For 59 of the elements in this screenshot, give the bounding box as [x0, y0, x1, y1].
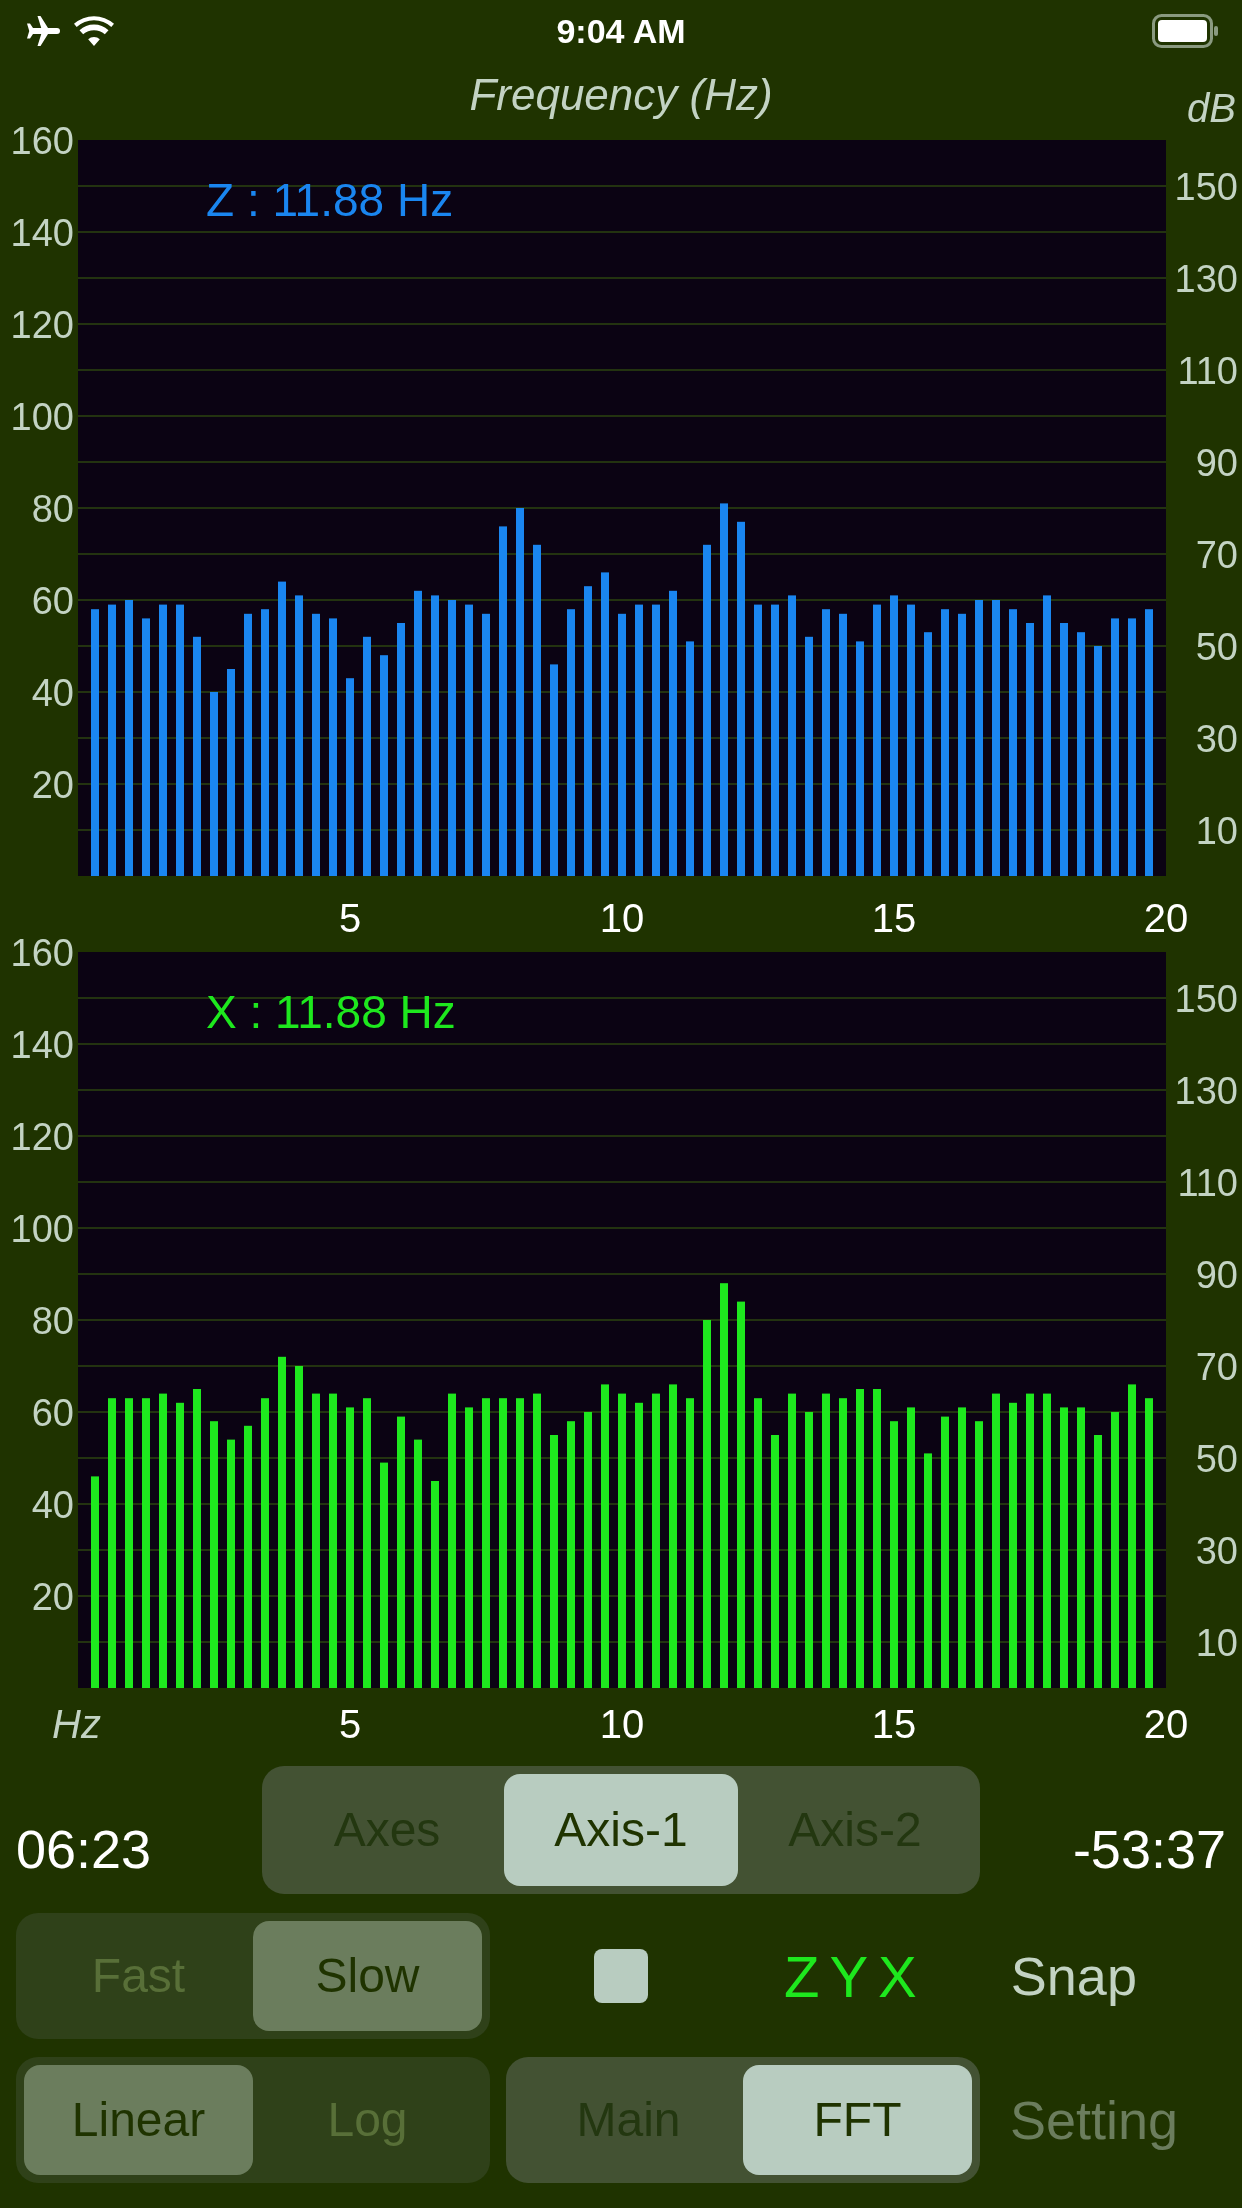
- peak-frequency-label: X : 11.88 Hz: [206, 986, 456, 1038]
- axis-tick-label: 80: [31, 1300, 74, 1342]
- setting-button[interactable]: Setting: [1010, 2079, 1179, 2161]
- snap-button[interactable]: Snap: [1010, 1935, 1137, 2017]
- battery-icon: [1152, 14, 1218, 48]
- segment-option[interactable]: Slow: [253, 1921, 482, 2031]
- status-time: 9:04 AM: [556, 10, 686, 52]
- axis-tick-label: 130: [1174, 258, 1238, 300]
- segment-option[interactable]: Linear: [24, 2065, 253, 2175]
- axis-tick-label: 160: [10, 932, 74, 974]
- elapsed-time: 06:23: [15, 1818, 153, 1881]
- peak-frequency-label: Z : 11.88 Hz: [206, 174, 454, 226]
- axis-tick-label: 30: [1195, 1530, 1238, 1572]
- axis-tick-label: 90: [1195, 1254, 1238, 1296]
- axis-tick-label: 10: [599, 896, 645, 940]
- remaining-time: -53:37: [1071, 1818, 1227, 1881]
- axis-tick-label: 20: [31, 764, 74, 806]
- axis-tick-label: 160: [10, 120, 74, 162]
- axis-tick-label: 15: [871, 896, 917, 940]
- stop-button[interactable]: [594, 1949, 648, 2003]
- axis-tick-label: 60: [31, 1392, 74, 1434]
- axis-tick-label: 50: [1195, 626, 1238, 668]
- axis-tick-label: 150: [1174, 166, 1238, 208]
- axis-tick-label: 80: [31, 488, 74, 530]
- segment-option[interactable]: FFT: [743, 2065, 972, 2175]
- axis-tick-label: 140: [10, 212, 74, 254]
- segment-option[interactable]: Axis-1: [504, 1774, 738, 1886]
- axis-tick-label: 15: [871, 1702, 917, 1746]
- axis-tick-label: 60: [31, 580, 74, 622]
- axis-order-label: ZYX: [784, 1942, 927, 2011]
- axis-unit-label: dB: [1187, 85, 1236, 132]
- axis-tick-label: 100: [10, 1208, 74, 1250]
- axis-tick-label: 130: [1174, 1070, 1238, 1112]
- axis-tick-label: 110: [1177, 350, 1238, 392]
- axis-tick-label: 90: [1195, 442, 1238, 484]
- axis-tick-label: 70: [1195, 534, 1238, 576]
- axis-tick-label: 20: [1143, 1702, 1189, 1746]
- axis-tick-label: 110: [1177, 1162, 1238, 1204]
- axis-tick-label: 30: [1195, 718, 1238, 760]
- axis-tick-label: 5: [338, 1702, 362, 1746]
- axis-tick-label: 40: [31, 672, 74, 714]
- axis-unit-label: Hz: [52, 1702, 101, 1746]
- axis-tick-label: 20: [31, 1576, 74, 1618]
- axis-tick-label: 40: [31, 1484, 74, 1526]
- axis-tick-label: 10: [599, 1702, 645, 1746]
- axis-tick-label: 10: [1195, 1622, 1238, 1664]
- wifi-icon: [74, 16, 114, 46]
- chart-title: Frequency (Hz): [469, 69, 773, 121]
- axis-tick-label: 10: [1195, 810, 1238, 852]
- axis-tick-label: 120: [10, 1116, 74, 1158]
- airplane-icon: [24, 16, 60, 46]
- axis-tick-label: 150: [1174, 978, 1238, 1020]
- axis-tick-label: 5: [338, 896, 362, 940]
- axis-tick-label: 70: [1195, 1346, 1238, 1388]
- axis-tick-label: 140: [10, 1024, 74, 1066]
- axis-tick-label: 20: [1143, 896, 1189, 940]
- axis-tick-label: 100: [10, 396, 74, 438]
- axis-tick-label: 50: [1195, 1438, 1238, 1480]
- axis-tick-label: 120: [10, 304, 74, 346]
